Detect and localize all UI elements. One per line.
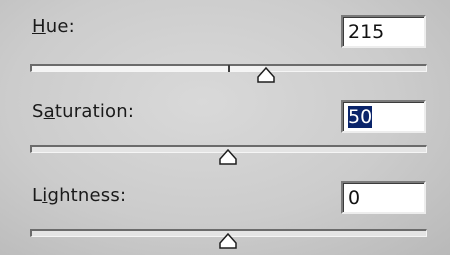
hue-slider-thumb[interactable] — [257, 67, 276, 83]
saturation-input[interactable]: 50 — [341, 100, 426, 133]
saturation-label-prefix: S — [32, 101, 44, 122]
hue-label-mnemonic: H — [32, 16, 46, 37]
hue-label-text: ue: — [45, 16, 75, 37]
lightness-input[interactable]: 0 — [341, 181, 426, 214]
lightness-label: Lightness: — [32, 185, 126, 206]
hue-label: Hue: — [32, 16, 75, 37]
hue-slider-track[interactable] — [30, 64, 427, 72]
lightness-input-value: 0 — [348, 187, 361, 209]
hue-saturation-panel: Hue: 215 Saturation: 50 Lightness: 0 — [0, 0, 450, 255]
saturation-label-text: turation: — [54, 101, 135, 122]
hue-input-value: 215 — [348, 21, 385, 43]
lightness-label-prefix: L — [32, 185, 43, 206]
lightness-label-text: ghtness: — [47, 185, 127, 206]
saturation-label-mnemonic: a — [43, 101, 55, 122]
lightness-slider-thumb[interactable] — [219, 233, 237, 249]
saturation-slider-thumb[interactable] — [219, 149, 237, 165]
hue-slider-center-tick — [228, 65, 230, 72]
hue-input[interactable]: 215 — [341, 15, 426, 48]
saturation-label: Saturation: — [32, 101, 134, 122]
hue-slider-highlight — [32, 66, 266, 71]
saturation-input-value: 50 — [348, 106, 373, 128]
